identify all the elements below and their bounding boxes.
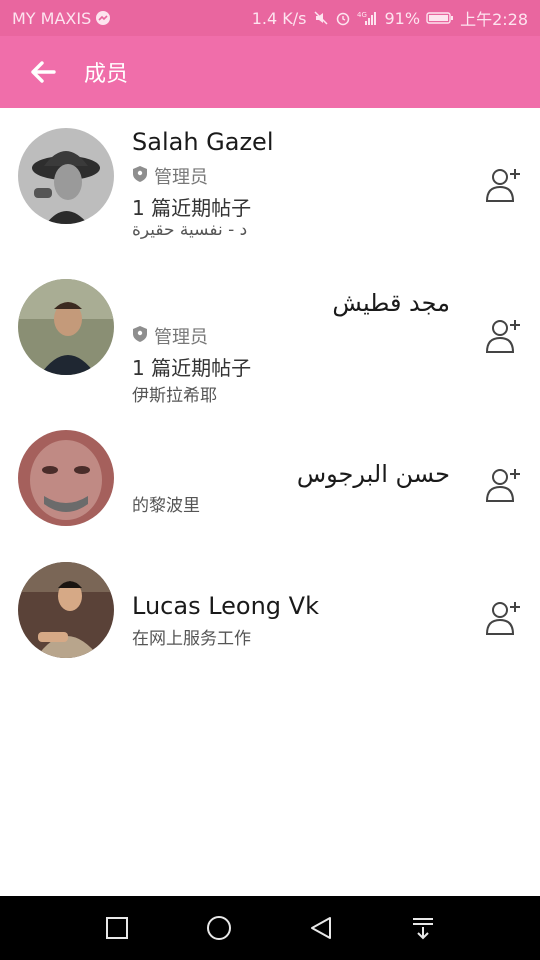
navigation-bar [0,896,540,960]
role-badge: 管理员 [132,163,208,189]
avatar[interactable] [18,430,114,526]
avatar[interactable] [18,279,114,375]
add-friend-icon[interactable] [482,596,526,640]
member-info: 伊斯拉希耶 [132,386,217,406]
member-row[interactable]: مجد قطيش 管理员 1 篇近期帖子 伊斯拉希耶 [0,258,540,428]
member-name[interactable]: Salah Gazel [132,128,274,156]
notification-pull-icon[interactable] [403,908,443,948]
add-friend-icon[interactable] [482,463,526,507]
recent-posts: 1 篇近期帖子 [132,356,252,380]
member-row[interactable]: حسن البرجوس 的黎波里 [0,428,540,558]
messenger-icon [95,10,111,26]
network-speed: 1.4 K/s [251,8,307,28]
triangle-back-icon[interactable] [301,908,341,948]
page-title: 成员 [84,62,129,87]
circle-icon[interactable] [199,908,239,948]
add-friend-icon[interactable] [482,163,526,207]
battery-percent: 91% [384,8,421,28]
arrow-left-icon[interactable] [28,57,58,87]
square-icon[interactable] [97,908,137,948]
member-info: 的黎波里 [132,496,200,516]
signal-icon: 4G [357,10,379,26]
member-row[interactable]: Salah Gazel 管理员 1 篇近期帖子 د - نفسية حقيرة [0,108,540,258]
role-label: 管理员 [154,327,208,348]
recent-posts: 1 篇近期帖子 [132,196,252,220]
member-info: د - نفسية حقيرة [132,220,248,240]
clock: 上午2:28 [460,10,528,29]
member-info: 在网上服务工作 [132,629,251,649]
mute-icon [313,10,329,26]
add-friend-icon[interactable] [482,314,526,358]
member-name[interactable]: مجد قطيش [332,289,450,317]
member-name[interactable]: Lucas Leong Vk [132,592,319,620]
battery-icon [426,10,454,26]
shield-icon [132,325,148,348]
avatar[interactable] [18,562,114,658]
member-name[interactable]: حسن البرجوس [297,460,450,488]
status-bar: MY MAXIS 1.4 K/s 4G 91% 上午2:28 [0,0,540,36]
avatar[interactable] [18,128,114,224]
shield-icon [132,165,148,188]
role-badge: 管理员 [132,323,208,349]
svg-text:4G: 4G [357,11,367,19]
carrier-label: MY MAXIS [12,8,92,28]
member-row[interactable]: Lucas Leong Vk 在网上服务工作 [0,558,540,678]
app-bar: 成员 [0,36,540,108]
status-carrier: MY MAXIS [12,9,111,28]
role-label: 管理员 [154,167,208,188]
alarm-icon [335,10,351,26]
